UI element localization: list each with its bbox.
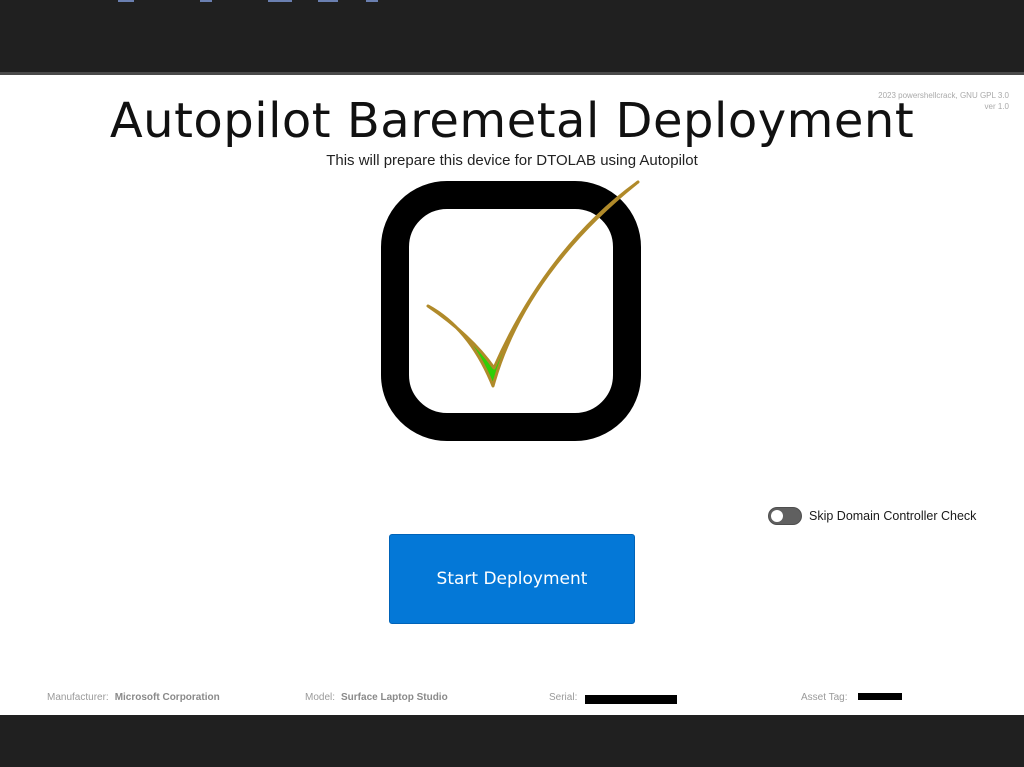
asset-tag-label: Asset Tag:: [801, 692, 848, 703]
skip-dc-check-toggle[interactable]: [768, 507, 802, 525]
top-bar-artifact: [118, 0, 134, 2]
top-frame-bar: [0, 0, 1024, 72]
manufacturer-label: Manufacturer:: [47, 692, 109, 703]
top-bar-artifact: [200, 0, 212, 2]
model-value: Surface Laptop Studio: [341, 692, 448, 703]
serial-info: Serial:: [549, 692, 577, 703]
checkbox-frame: [381, 181, 641, 441]
asset-tag-redaction: [858, 693, 902, 700]
checkbox-checkmark-icon: [381, 180, 641, 441]
serial-redaction: [585, 695, 677, 704]
model-label: Model:: [305, 692, 336, 703]
toggle-knob: [771, 510, 783, 522]
top-bar-artifact: [268, 0, 292, 2]
serial-label: Serial:: [549, 692, 578, 703]
manufacturer-value: Microsoft Corporation: [114, 692, 220, 703]
deployment-window: 2023 powershellcrack, GNU GPL 3.0 ver 1.…: [0, 75, 1024, 715]
top-bar-artifact: [318, 0, 338, 2]
page-title: Autopilot Baremetal Deployment: [109, 93, 915, 149]
top-bar-artifact: [366, 0, 378, 2]
start-deployment-button[interactable]: Start Deployment: [389, 534, 635, 624]
manufacturer-info: Manufacturer: Microsoft Corporation: [47, 692, 220, 703]
model-info: Model: Surface Laptop Studio: [305, 692, 448, 703]
asset-tag-info: Asset Tag:: [801, 692, 848, 703]
page-subtitle: This will prepare this device for DTOLAB…: [326, 152, 698, 169]
bottom-frame-bar: [0, 715, 1024, 767]
skip-dc-check-label: Skip Domain Controller Check: [809, 509, 977, 523]
skip-dc-check-row: Skip Domain Controller Check: [768, 505, 976, 527]
